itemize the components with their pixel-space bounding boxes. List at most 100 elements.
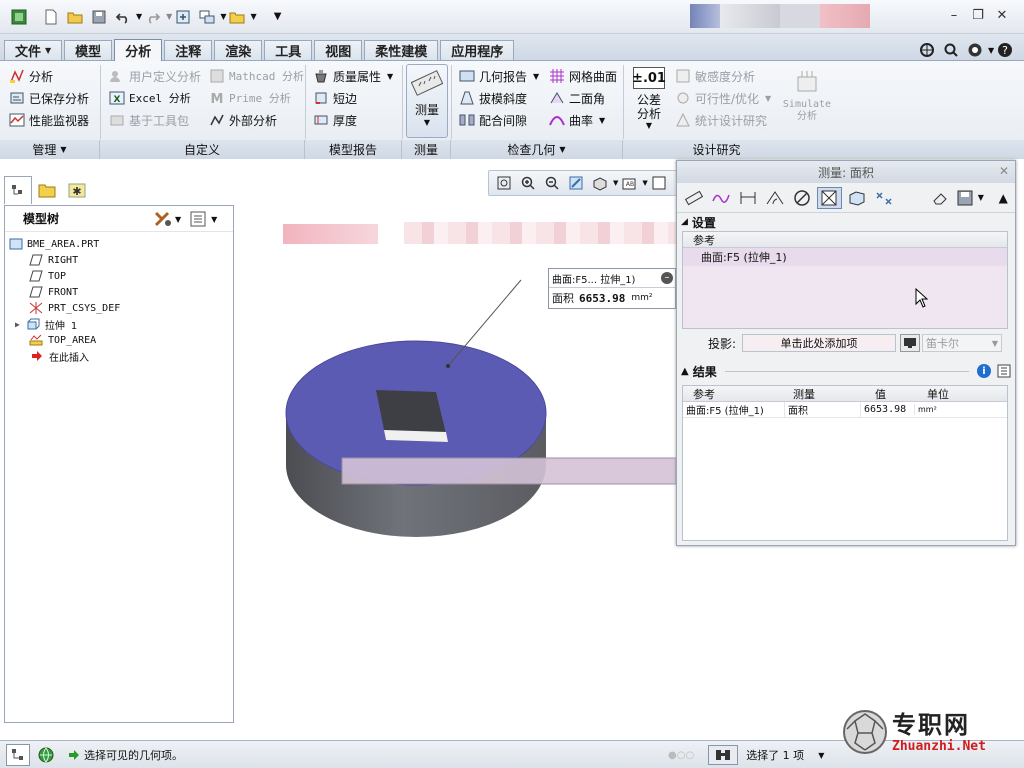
tree-columns-icon[interactable] [189, 210, 207, 228]
more-icon[interactable]: ▼ [267, 6, 289, 28]
saved-analysis-button[interactable]: 已保存分析 [8, 87, 89, 109]
tab-model[interactable]: 模型 [64, 40, 113, 60]
mesh-surface-button[interactable]: 网格曲面 [548, 65, 617, 87]
new-icon[interactable] [40, 6, 62, 28]
expand-arrow-icon[interactable]: ▶ [15, 320, 20, 329]
tree-item-extrude[interactable]: ▶ 拉伸 1 [5, 316, 233, 332]
statistical-design-button[interactable]: 统计设计研究 [674, 109, 771, 131]
filter-icon[interactable] [708, 745, 739, 765]
user-defined-analysis-button[interactable]: 用户定义分析 [108, 65, 201, 87]
close-icon[interactable]: ✕ [990, 8, 1014, 23]
monitor-icon[interactable] [900, 334, 920, 352]
analysis-button[interactable]: 分析 [8, 65, 89, 87]
window-title-blurred [690, 4, 870, 28]
model-3d-view[interactable] [236, 160, 676, 720]
annotation-ref: 曲面:F5... 拉伸_1) [552, 274, 636, 286]
ribbon-panel: 分析 已保存分析 性能监视器 用户定义分析 X Excel 分析 基于工具包 Ma… [0, 61, 1024, 159]
tree-item-top[interactable]: TOP [5, 268, 233, 284]
length-icon[interactable] [681, 187, 706, 209]
area-icon[interactable] [816, 186, 842, 209]
tab-analysis[interactable]: 分析 [114, 38, 163, 61]
tree-settings-icon[interactable] [153, 210, 173, 228]
reference-list[interactable]: 参考 曲面:F5 (拉伸_1) [682, 231, 1008, 329]
results-options-icon[interactable] [997, 364, 1011, 378]
volume-icon[interactable] [844, 187, 869, 209]
simulate-analysis-button[interactable]: Simulate 分析 [780, 67, 834, 123]
regenerate-icon[interactable] [172, 6, 194, 28]
dialog-save-icon[interactable] [955, 187, 976, 209]
results-row[interactable]: 曲面:F5 (拉伸_1) 面积 6653.98 mm² [683, 402, 1007, 418]
tree-toggle-icon[interactable] [6, 743, 30, 766]
prime-analysis-button[interactable]: M Prime 分析 [208, 87, 304, 109]
model-tree-tab-icon[interactable] [4, 176, 32, 204]
reference-item[interactable]: 曲面:F5 (拉伸_1) [683, 248, 1007, 266]
graphics-canvas[interactable] [236, 160, 676, 720]
favorites-tab-icon[interactable]: ✱ [62, 176, 92, 204]
area-annotation[interactable]: 曲面:F5... 拉伸_1) – 面积 6653.98 mm² [548, 268, 676, 309]
user-icon[interactable] [964, 39, 986, 61]
minimize-icon[interactable]: – [942, 8, 966, 23]
tree-item-front[interactable]: FRONT [5, 284, 233, 300]
tree-item-right[interactable]: RIGHT [5, 252, 233, 268]
draft-button[interactable]: 拔模斜度 [458, 87, 539, 109]
eraser-icon[interactable] [927, 187, 952, 209]
tab-flexible-modeling[interactable]: 柔性建模 [364, 40, 439, 60]
tolerance-analysis-button[interactable]: ±.01 公差分析 ▼ [630, 65, 668, 130]
tab-file[interactable]: 文件 ▼ [4, 40, 63, 60]
projection-field[interactable]: 单击此处添加项 [742, 334, 896, 352]
help-icon[interactable]: ? [994, 39, 1016, 61]
group-label-inspect[interactable]: 检查几何 ▼ [451, 140, 623, 159]
thickness-button[interactable]: 厚度 [312, 109, 393, 131]
toolkit-analysis-button[interactable]: 基于工具包 [108, 109, 201, 131]
mass-properties-button[interactable]: 质量属性 ▼ [312, 65, 393, 87]
undo-icon[interactable] [112, 6, 134, 28]
windows-icon[interactable] [196, 6, 218, 28]
dialog-close-icon[interactable]: ✕ [999, 164, 1009, 178]
tab-tools[interactable]: 工具 [264, 40, 313, 60]
group-label-manage[interactable]: 管理 ▼ [0, 140, 100, 159]
info-icon[interactable]: i [977, 364, 991, 378]
collapse-dialog-icon[interactable]: ▲ [994, 187, 1013, 209]
transform-icon[interactable] [871, 187, 896, 209]
tab-view[interactable]: 视图 [314, 40, 363, 60]
tab-applications[interactable]: 应用程序 [440, 40, 515, 60]
coordinate-system-select[interactable]: 笛卡尔 ▼ [922, 334, 1002, 352]
folder-browser-tab-icon[interactable] [32, 176, 62, 204]
geometry-report-button[interactable]: 几何报告 ▼ [458, 65, 539, 87]
curvature-button[interactable]: 曲率 ▼ [548, 109, 617, 131]
clearance-button[interactable]: 配合间隙 [458, 109, 539, 131]
sensitivity-analysis-button[interactable]: 敏感度分析 [674, 65, 771, 87]
datum-plane-icon [29, 286, 43, 298]
save-icon[interactable] [88, 6, 110, 28]
results-section-header[interactable]: ▲ 结果 i [677, 361, 1015, 381]
app-icon[interactable] [8, 6, 30, 28]
angle-icon[interactable] [735, 187, 760, 209]
tree-item-csys[interactable]: PRT_CSYS_DEF [5, 300, 233, 316]
search-icon[interactable] [940, 39, 962, 61]
excel-analysis-button[interactable]: X Excel 分析 [108, 87, 201, 109]
distance-icon[interactable] [708, 187, 733, 209]
diameter-icon[interactable] [762, 187, 787, 209]
tab-render[interactable]: 渲染 [214, 40, 263, 60]
open-icon[interactable] [64, 6, 86, 28]
external-analysis-button[interactable]: 外部分析 [208, 109, 304, 131]
tree-item-part[interactable]: BME_AREA.PRT [5, 236, 233, 252]
performance-monitor-button[interactable]: 性能监视器 [8, 109, 89, 131]
settings-section-header[interactable]: ◢ 设置 [677, 213, 1015, 231]
measure-dialog: 测量: 面积 ✕ ▼ ▲ ◢ 设置 参考 曲面:F5 (拉伸_1) 投影: 单击此… [676, 160, 1016, 546]
restore-icon[interactable]: ❐ [966, 8, 990, 23]
collapse-icon[interactable]: – [661, 272, 673, 284]
mathcad-analysis-button[interactable]: Mathcad 分析 [208, 65, 304, 87]
short-edge-button[interactable]: 短边 [312, 87, 393, 109]
tree-item-insert-here[interactable]: 在此插入 [5, 348, 233, 364]
browser-toggle-icon[interactable] [34, 744, 58, 766]
dihedral-angle-button[interactable]: 二面角 [548, 87, 617, 109]
redo-icon[interactable] [142, 6, 164, 28]
help-wheel-icon[interactable] [916, 39, 938, 61]
measure-button[interactable]: 测量 ▼ [406, 64, 448, 138]
folder-icon[interactable] [226, 6, 248, 28]
tab-annotate[interactable]: 注释 [164, 40, 213, 60]
radius-icon[interactable] [790, 187, 815, 209]
feasibility-button[interactable]: 可行性/优化 ▼ [674, 87, 771, 109]
tree-item-top-area[interactable]: TOP_AREA [5, 332, 233, 348]
